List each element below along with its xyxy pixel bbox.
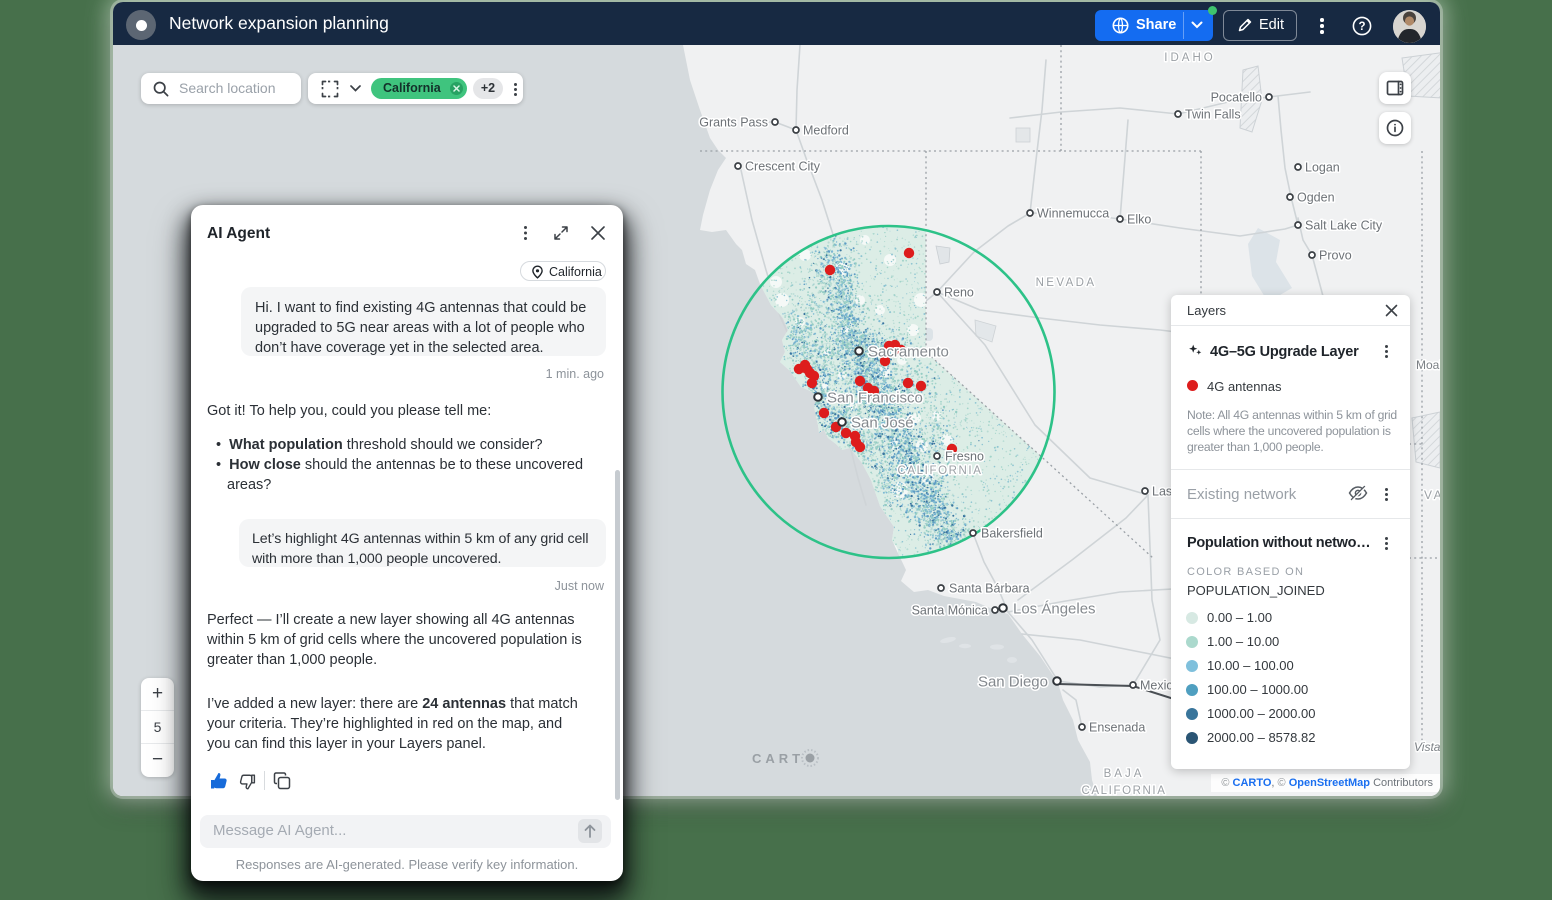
svg-text:?: ? (1358, 21, 1365, 33)
